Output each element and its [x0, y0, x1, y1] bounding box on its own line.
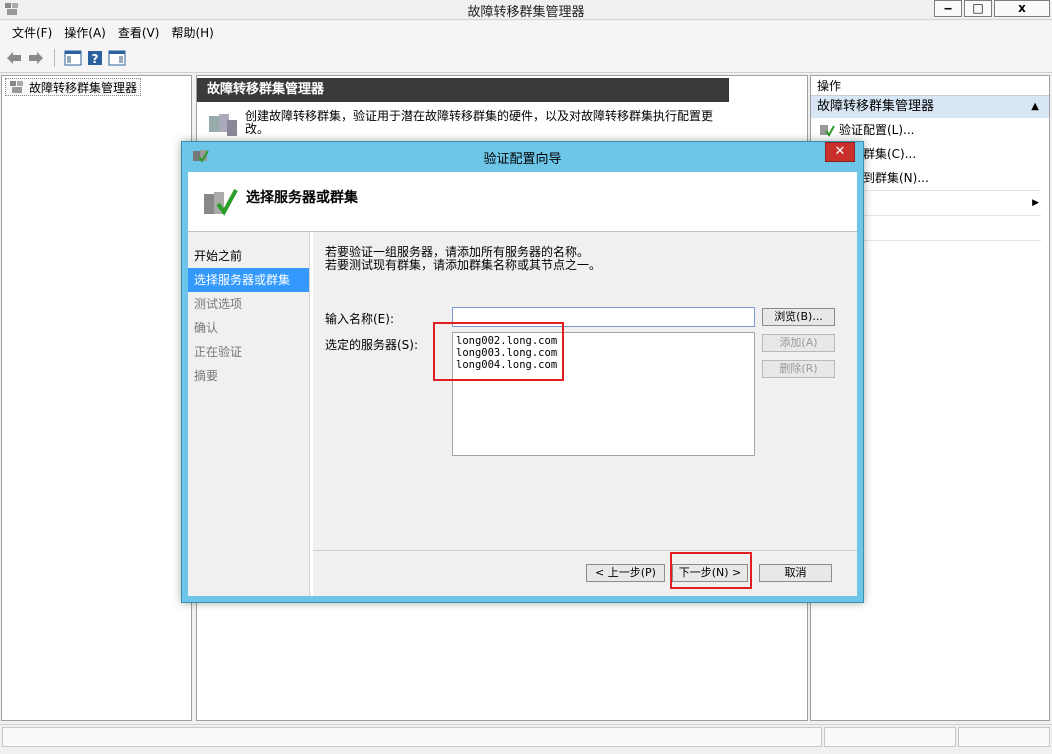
validate-wizard-dialog: 验证配置向导 ✕ 选择服务器或群集 开始之前 选择服务器或群集 测试选项 确认 … — [181, 141, 864, 603]
footer-divider — [313, 550, 857, 551]
add-button[interactable]: 添加(A) — [762, 334, 835, 352]
validate-icon — [820, 125, 835, 137]
previous-button[interactable]: < 上一步(P) — [586, 564, 665, 582]
wizard-content: 若要验证一组服务器，请添加所有服务器的名称。 若要测试现有群集，请添加群集名称或… — [313, 232, 857, 596]
center-header: 故障转移群集管理器 — [197, 78, 729, 102]
dialog-heading: 选择服务器或群集 — [246, 190, 358, 206]
step-select-servers[interactable]: 选择服务器或群集 — [188, 268, 309, 292]
submenu-arrow-icon: ▶ — [1032, 198, 1039, 208]
console-tree: 故障转移群集管理器 — [1, 75, 192, 721]
tree-item-label: 故障转移群集管理器 — [29, 80, 138, 95]
actions-title: 操作 — [811, 76, 1049, 96]
action-validate-config[interactable]: 验证配置(L)... — [811, 118, 1049, 142]
show-tree-button[interactable] — [63, 48, 83, 68]
console-tree-icon — [64, 50, 82, 65]
step-testing-options: 测试选项 — [194, 297, 243, 311]
toolbar-separator — [54, 48, 55, 67]
dialog-close-button[interactable]: ✕ — [825, 142, 855, 162]
menu-action[interactable]: 操作(A) — [58, 24, 112, 41]
dialog-body: 选择服务器或群集 开始之前 选择服务器或群集 测试选项 确认 正在验证 摘要 若… — [188, 172, 857, 596]
cluster-icon — [10, 81, 23, 93]
menu-view[interactable]: 查看(V) — [112, 24, 166, 41]
step-confirmation: 确认 — [194, 321, 219, 335]
menu-bar: 文件(F) 操作(A) 查看(V) 帮助(H) — [0, 21, 1052, 43]
status-cell-2 — [824, 727, 956, 747]
step-summary: 摘要 — [194, 369, 219, 383]
help-button[interactable]: ? — [85, 48, 105, 68]
window-titlebar: 故障转移群集管理器 ‒ □ x — [0, 0, 1052, 20]
maximize-button[interactable]: □ — [964, 0, 992, 17]
back-button[interactable] — [4, 48, 24, 68]
arrow-right-icon — [29, 51, 43, 64]
collapse-caret-icon: ▲ — [1031, 101, 1039, 112]
help-icon: ? — [88, 50, 102, 66]
forward-button[interactable] — [26, 48, 46, 68]
svg-text:?: ? — [92, 52, 99, 66]
center-description: 创建故障转移群集，验证用于潜在故障转移群集的硬件，以及对故障转移群集执行配置更改… — [245, 109, 714, 136]
cluster-servers-icon — [209, 114, 237, 136]
validate-servers-icon — [204, 189, 238, 216]
step-before-you-begin[interactable]: 开始之前 — [188, 244, 309, 268]
status-cell-3 — [958, 727, 1050, 747]
intro-line-2: 若要测试现有群集，请添加群集名称或其节点之一。 — [325, 258, 602, 272]
cancel-button[interactable]: 取消 — [759, 564, 832, 582]
remove-button[interactable]: 删除(R) — [762, 360, 835, 378]
next-highlight-box — [670, 552, 752, 589]
menu-help[interactable]: 帮助(H) — [165, 24, 219, 41]
action-pane-icon — [108, 50, 126, 65]
arrow-left-icon — [7, 51, 21, 64]
dialog-header: 选择服务器或群集 — [188, 172, 857, 232]
menu-file[interactable]: 文件(F) — [6, 24, 58, 41]
tree-item-root[interactable]: 故障转移群集管理器 — [5, 78, 142, 96]
toolbar: ? — [0, 43, 1052, 73]
selected-servers-label: 选定的服务器(S): — [325, 338, 419, 352]
browse-button[interactable]: 浏览(B)... — [762, 308, 835, 326]
action-label: 验证配置(L)... — [839, 123, 915, 137]
enter-name-label: 输入名称(E): — [325, 312, 394, 326]
status-bar — [0, 724, 1052, 754]
status-cell-main — [2, 727, 822, 747]
window-title: 故障转移群集管理器 — [467, 5, 585, 20]
dialog-title: 验证配置向导 — [483, 152, 562, 167]
actions-section-header[interactable]: 故障转移群集管理器 ▲ — [811, 96, 1049, 118]
minimize-button[interactable]: ‒ — [934, 0, 962, 17]
intro-text: 若要验证一组服务器，请添加所有服务器的名称。 若要测试现有群集，请添加群集名称或… — [325, 246, 601, 272]
dialog-titlebar: 验证配置向导 ✕ — [182, 142, 863, 172]
step-validating: 正在验证 — [194, 345, 243, 359]
show-action-pane-button[interactable] — [107, 48, 127, 68]
actions-section-label: 故障转移群集管理器 — [817, 99, 935, 114]
close-button[interactable]: x — [994, 0, 1050, 17]
servers-highlight-box — [433, 322, 564, 381]
wizard-steps: 开始之前 选择服务器或群集 测试选项 确认 正在验证 摘要 — [188, 232, 310, 596]
